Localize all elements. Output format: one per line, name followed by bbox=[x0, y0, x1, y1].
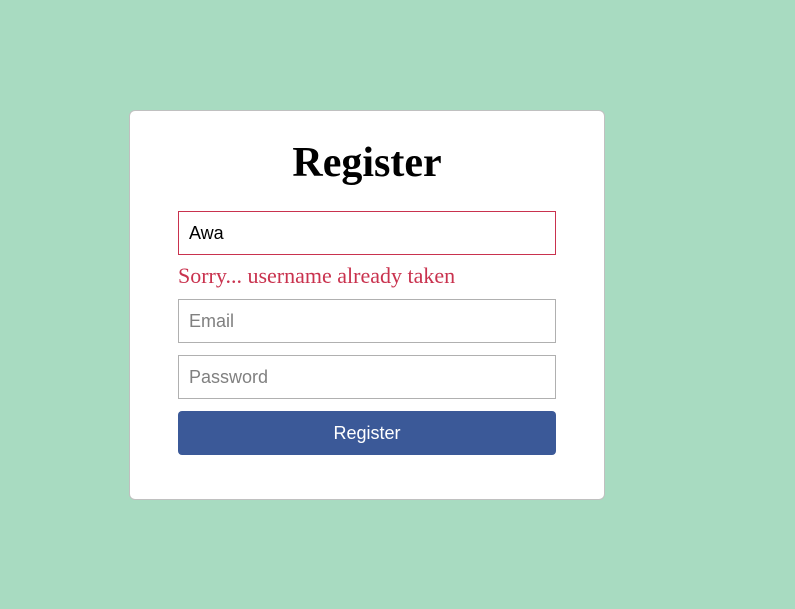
form-title: Register bbox=[178, 139, 556, 187]
password-input[interactable] bbox=[178, 355, 556, 399]
username-input[interactable] bbox=[178, 211, 556, 255]
register-card: Register Sorry... username already taken… bbox=[129, 110, 605, 500]
register-button[interactable]: Register bbox=[178, 411, 556, 455]
email-input[interactable] bbox=[178, 299, 556, 343]
username-error-message: Sorry... username already taken bbox=[178, 263, 556, 289]
